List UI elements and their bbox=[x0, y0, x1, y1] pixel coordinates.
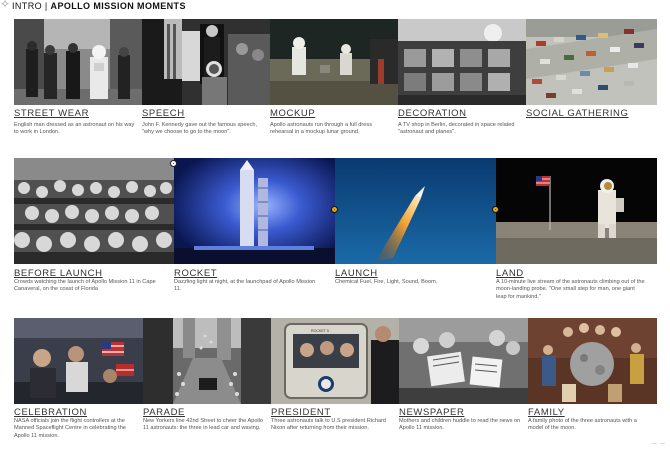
expand-dot-icon[interactable] bbox=[331, 206, 338, 213]
tile-description: Mothers and children huddle to read the … bbox=[399, 418, 521, 432]
tile-title: SPEECH bbox=[142, 108, 185, 119]
tile-before-launch[interactable]: BEFORE LAUNCH Crowds watching the launch… bbox=[14, 158, 174, 308]
photo-celebration bbox=[14, 318, 143, 404]
expand-dot-icon[interactable] bbox=[492, 206, 499, 213]
title-main: APOLLO MISSION MOMENTS bbox=[50, 1, 186, 11]
tile-title: STREET WEAR bbox=[14, 108, 90, 119]
photo-decoration bbox=[398, 19, 526, 105]
photo-family bbox=[528, 318, 657, 404]
page-title: INTRO | APOLLO MISSION MOMENTS bbox=[12, 1, 186, 11]
tile-celebration[interactable]: CELEBRATION NASA officials join the flig… bbox=[14, 318, 143, 446]
row-3: CELEBRATION NASA officials join the flig… bbox=[14, 318, 657, 446]
tile-family[interactable]: FAMILY A family photo of the three astro… bbox=[528, 318, 657, 446]
tile-description: A TV shop in Berlin, decorated in space … bbox=[398, 122, 515, 136]
tile-description: New Yorkers line 42nd Street to cheer th… bbox=[143, 418, 264, 432]
tile-title: MOCKUP bbox=[270, 108, 316, 119]
tile-parade[interactable]: PARADE New Yorkers line 42nd Street to c… bbox=[143, 318, 271, 446]
photo-mockup bbox=[270, 19, 398, 105]
photo-caption: ROCKET 5 bbox=[311, 329, 329, 333]
photo-newspaper bbox=[399, 318, 528, 404]
tile-title: BEFORE LAUNCH bbox=[14, 268, 103, 279]
tile-title: CELEBRATION bbox=[14, 407, 87, 418]
tile-description: English man dressed as an astronaut on h… bbox=[14, 122, 135, 136]
tile-title: LAND bbox=[496, 268, 524, 279]
tile-description: A family photo of the three astronauts w… bbox=[528, 418, 637, 432]
tile-title: DECORATION bbox=[398, 108, 467, 119]
tile-description: John F. Kennedy gave out the famous spee… bbox=[142, 122, 258, 136]
tile-title: PRESIDENT bbox=[271, 407, 331, 418]
photo-street-wear bbox=[14, 19, 142, 105]
tile-description: Crowds watching the launch of Apollo Mis… bbox=[14, 279, 156, 293]
tile-title: NEWSPAPER bbox=[399, 407, 465, 418]
tile-title: SOCIAL GATHERING bbox=[526, 108, 629, 119]
tile-description: Chemical Fuel, Fire, Light, Sound, Boom. bbox=[335, 279, 438, 285]
row-1: STREET WEAR English man dressed as an as… bbox=[14, 19, 657, 149]
page-indicator-icon: — — bbox=[651, 441, 666, 447]
tile-land[interactable]: LAND A 10-minute live stream of the astr… bbox=[492, 158, 657, 308]
tile-rocket[interactable]: ROCKET Dazzling light at night, at the l… bbox=[170, 158, 335, 308]
photo-parade bbox=[143, 318, 271, 404]
expand-dot-icon[interactable] bbox=[170, 160, 177, 167]
tile-title: LAUNCH bbox=[335, 268, 378, 279]
photo-president bbox=[271, 318, 399, 404]
tile-title: ROCKET bbox=[174, 268, 218, 279]
tile-title: PARADE bbox=[143, 407, 185, 418]
tile-mockup[interactable]: MOCKUP Apollo astronauts run through a f… bbox=[270, 19, 398, 149]
row-2: BEFORE LAUNCH Crowds watching the launch… bbox=[14, 158, 657, 308]
tile-description: Apollo astronauts run through a full dre… bbox=[270, 122, 372, 136]
tile-president[interactable]: PRESIDENT Three astronauts talk to U.S p… bbox=[271, 318, 399, 446]
tile-title: FAMILY bbox=[528, 407, 565, 418]
tile-description: NASA officials join the flight controlle… bbox=[14, 418, 126, 439]
photo-rocket bbox=[174, 158, 335, 264]
photo-social-gathering bbox=[526, 19, 657, 105]
tile-description: A 10-minute live stream of the astronaut… bbox=[496, 279, 645, 300]
tile-decoration[interactable]: DECORATION A TV shop in Berlin, decorate… bbox=[398, 19, 526, 149]
tile-street-wear[interactable]: STREET WEAR English man dressed as an as… bbox=[14, 19, 142, 149]
photo-launch bbox=[335, 158, 496, 264]
sparkle-icon: ✧ bbox=[0, 0, 11, 11]
photo-speech bbox=[142, 19, 270, 105]
title-prefix: INTRO | bbox=[12, 1, 51, 11]
tile-description: Dazzling light at night, at the launchpa… bbox=[174, 279, 316, 293]
tile-social-gathering[interactable]: SOCIAL GATHERING bbox=[526, 19, 657, 149]
tile-launch[interactable]: LAUNCH Chemical Fuel, Fire, Light, Sound… bbox=[331, 158, 496, 308]
photo-land bbox=[496, 158, 657, 264]
tile-newspaper[interactable]: NEWSPAPER Mothers and children huddle to… bbox=[399, 318, 528, 446]
page-header: ✧ INTRO | APOLLO MISSION MOMENTS bbox=[0, 0, 670, 14]
tile-speech[interactable]: SPEECH John F. Kennedy gave out the famo… bbox=[142, 19, 270, 149]
photo-before-launch bbox=[14, 158, 174, 264]
tile-description: Three astronauts talk to U.S president R… bbox=[271, 418, 387, 432]
